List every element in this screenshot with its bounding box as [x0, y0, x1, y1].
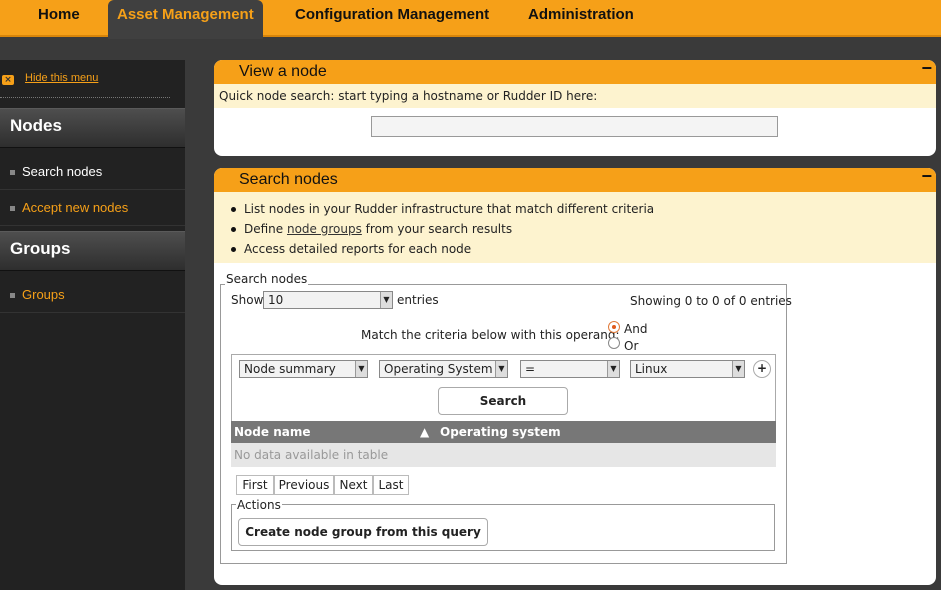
sidebar-item-label: Search nodes: [22, 164, 103, 179]
operand-or-label: Or: [624, 339, 639, 353]
pager-first[interactable]: First: [236, 475, 274, 495]
chevron-down-icon: ▼: [380, 292, 392, 308]
info-bullet: List nodes in your Rudder infrastructure…: [229, 199, 936, 219]
show-label: Show: [231, 293, 264, 307]
table-info-text: Showing 0 to 0 of 0 entries: [630, 294, 792, 308]
pager-previous[interactable]: Previous: [274, 475, 334, 495]
tab-configuration-management[interactable]: Configuration Management: [295, 0, 489, 37]
pager-next[interactable]: Next: [334, 475, 373, 495]
sidebar-item-search-nodes[interactable]: Search nodes: [0, 154, 185, 190]
hide-menu-row: × Hide this menu: [0, 60, 170, 98]
quick-search-input[interactable]: [371, 116, 778, 137]
criteria-object-select[interactable]: Node summary ▼: [239, 360, 368, 378]
tab-asset-management[interactable]: Asset Management: [108, 0, 263, 39]
empty-table-row: No data available in table: [231, 443, 776, 467]
sort-up-icon[interactable]: ▲: [420, 425, 429, 439]
entries-label: entries: [397, 293, 439, 307]
panel-title: View a node: [239, 63, 327, 80]
sidebar-item-groups[interactable]: Groups: [0, 277, 185, 313]
page-size-select[interactable]: 10 ▼: [263, 291, 393, 309]
criteria-value-select[interactable]: Linux ▼: [630, 360, 745, 378]
search-info-box: List nodes in your Rudder infrastructure…: [214, 192, 936, 263]
close-icon[interactable]: ×: [2, 75, 14, 85]
column-operating-system[interactable]: Operating system: [440, 425, 561, 439]
bullet-icon: [10, 293, 15, 298]
tab-administration[interactable]: Administration: [528, 0, 634, 37]
hide-menu-link[interactable]: Hide this menu: [25, 72, 98, 84]
search-nodes-panel: Search nodes − List nodes in your Rudder…: [214, 168, 936, 585]
sidebar-header-nodes: Nodes: [0, 108, 185, 148]
operand-or-radio[interactable]: [608, 337, 620, 349]
criteria-attribute-select[interactable]: Operating System Type▼: [379, 360, 508, 378]
bullet-icon: [10, 206, 15, 211]
quick-search-label: Quick node search: start typing a hostna…: [214, 84, 936, 108]
bullet-icon: [10, 170, 15, 175]
add-criterion-button[interactable]: +: [753, 360, 771, 378]
sidebar-item-label: Accept new nodes: [22, 200, 129, 215]
view-node-header[interactable]: View a node −: [214, 60, 936, 84]
chevron-down-icon: ▼: [732, 361, 744, 377]
operand-label: Match the criteria below with this opera…: [361, 328, 620, 342]
node-groups-link[interactable]: node groups: [287, 222, 362, 236]
tab-home[interactable]: Home: [38, 0, 80, 37]
search-button[interactable]: Search: [438, 387, 568, 415]
info-bullet: Define node groups from your search resu…: [229, 219, 936, 239]
collapse-icon[interactable]: −: [921, 60, 932, 79]
chevron-down-icon: ▼: [355, 361, 367, 377]
sidebar-header-groups: Groups: [0, 231, 185, 271]
sidebar-item-accept-new-nodes[interactable]: Accept new nodes: [0, 190, 185, 226]
actions-legend: Actions: [236, 498, 282, 512]
info-bullet: Access detailed reports for each node: [229, 239, 936, 259]
panel-title: Search nodes: [239, 171, 338, 188]
view-node-panel: View a node − Quick node search: start t…: [214, 60, 936, 156]
collapse-icon[interactable]: −: [921, 168, 932, 187]
sidebar: × Hide this menu Nodes Search nodes Acce…: [0, 60, 185, 590]
pager-last[interactable]: Last: [373, 475, 409, 495]
create-node-group-button[interactable]: Create node group from this query: [238, 518, 488, 546]
chevron-down-icon: ▼: [495, 361, 507, 377]
operand-and-radio[interactable]: [608, 321, 620, 333]
search-fieldset-legend: Search nodes: [225, 272, 309, 286]
criteria-comparator-select[interactable]: = ▼: [520, 360, 620, 378]
search-nodes-header[interactable]: Search nodes −: [214, 168, 936, 192]
operand-and-label: And: [624, 322, 648, 336]
top-navigation: Home Asset Management Configuration Mana…: [0, 0, 941, 39]
sidebar-item-label: Groups: [22, 287, 65, 302]
column-node-name[interactable]: Node name: [234, 425, 310, 439]
chevron-down-icon: ▼: [607, 361, 619, 377]
